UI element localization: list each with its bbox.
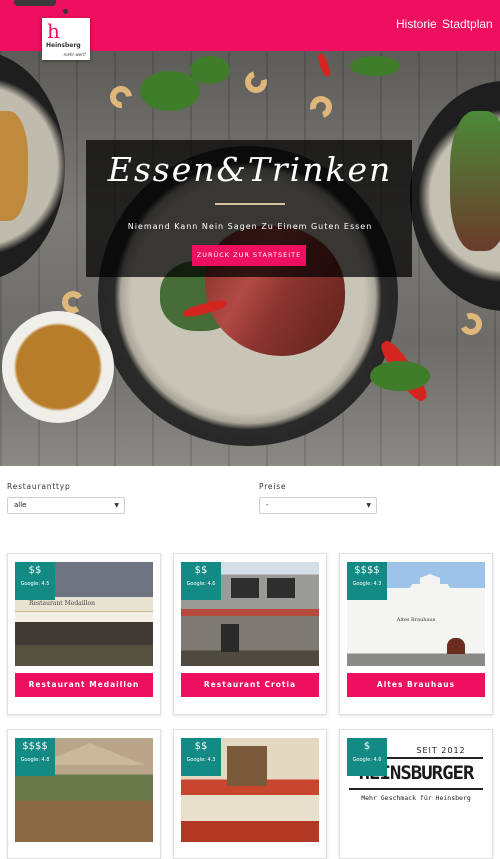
nav-historie[interactable]: Historie [396, 17, 437, 31]
price-level: $$ [194, 565, 208, 576]
menu-tab[interactable] [14, 0, 56, 6]
restaurant-card[interactable]: $$ Google: 4.6 Restaurant Crotia [173, 553, 327, 715]
logo-name: Heinsberg [46, 42, 81, 49]
window-shape [231, 578, 259, 598]
google-rating: Google: 4.3 [186, 757, 216, 763]
google-rating: Google: 4.6 [352, 757, 382, 763]
price-badge: $ Google: 4.6 [347, 738, 387, 776]
restaurant-card[interactable]: Altes Brauhaus $$$$ Google: 4.3 Altes Br… [339, 553, 493, 715]
price-badge: $$ Google: 4.6 [181, 562, 221, 600]
cashew-icon [456, 309, 486, 339]
pin-icon [63, 9, 68, 14]
herb-icon [190, 56, 230, 84]
price-level: $ [363, 741, 371, 752]
door-shape [447, 638, 465, 654]
price-select[interactable]: - ▼ [259, 497, 377, 514]
price-badge: $$ Google: 4.5 [15, 562, 55, 600]
restaurant-type-select[interactable]: alle ▼ [7, 497, 125, 514]
logo-h-icon: h [47, 19, 60, 43]
restaurant-card[interactable]: Restaurant Medaillon $$ Google: 4.5 Rest… [7, 553, 161, 715]
logo-tag: mehr wert! [63, 52, 86, 57]
herb-icon [140, 71, 200, 111]
caret-down-icon: ▼ [114, 502, 119, 509]
restaurant-card[interactable]: $$ Google: 4.3 [173, 729, 327, 859]
price-level: $$$$ [354, 565, 380, 576]
chili-icon [316, 52, 332, 78]
restaurant-name-button[interactable]: Restaurant Medaillon [15, 673, 153, 697]
sauce-bowl-image [2, 311, 114, 423]
herb-icon [350, 56, 400, 76]
heinsberg-logo[interactable]: h Heinsberg mehr wert! [42, 9, 90, 60]
herb-icon [370, 361, 430, 391]
price-badge: $$ Google: 4.3 [181, 738, 221, 776]
hero-subtitle: Niemand Kann Nein Sagen Zu Einem Guten E… [127, 222, 373, 231]
cashew-icon [240, 66, 272, 98]
heinsburger-since: SEIT 2012 [416, 746, 466, 755]
gable-shape [405, 574, 455, 594]
restaurant-card[interactable]: SEIT 2012 HEINSBURGER Mehr Geschmack für… [339, 729, 493, 859]
price-label: Preise [259, 482, 287, 491]
google-rating: Google: 4.3 [352, 581, 382, 587]
price-badge: $$$$ Google: 4.8 [15, 738, 55, 776]
shelf-shape [227, 746, 267, 786]
price-level: $$ [28, 565, 42, 576]
cashew-icon [105, 81, 137, 113]
brauhaus-sign: Altes Brauhaus [396, 617, 436, 623]
google-rating: Google: 4.8 [20, 757, 50, 763]
cashew-icon [305, 91, 337, 123]
price-badge: $$$$ Google: 4.3 [347, 562, 387, 600]
price-value: - [266, 501, 269, 509]
price-level: $$$$ [22, 741, 48, 752]
google-rating: Google: 4.5 [20, 581, 50, 587]
restaurant-card[interactable]: $$$$ Google: 4.8 [7, 729, 161, 859]
heinsburger-slogan: Mehr Geschmack für Heinsberg [361, 794, 471, 802]
restaurant-name-button[interactable]: Altes Brauhaus [347, 673, 485, 697]
logo-divider [349, 788, 483, 790]
back-to-home-button[interactable]: ZURÜCK ZUR STARTSEITE [192, 245, 306, 266]
restaurant-type-label: Restauranttyp [7, 482, 71, 491]
restaurant-type-value: alle [14, 501, 27, 509]
hero-divider [215, 203, 285, 205]
price-level: $$ [194, 741, 208, 752]
restaurant-name-button[interactable]: Restaurant Crotia [181, 673, 319, 697]
nav-stadtplan[interactable]: Stadtplan [442, 17, 493, 31]
window-shape [267, 578, 295, 598]
umbrella-shape [15, 612, 153, 622]
hero-title: Essen&Trinken [107, 150, 393, 189]
caret-down-icon: ▼ [366, 502, 371, 509]
google-rating: Google: 4.6 [186, 581, 216, 587]
door-shape [221, 624, 239, 652]
